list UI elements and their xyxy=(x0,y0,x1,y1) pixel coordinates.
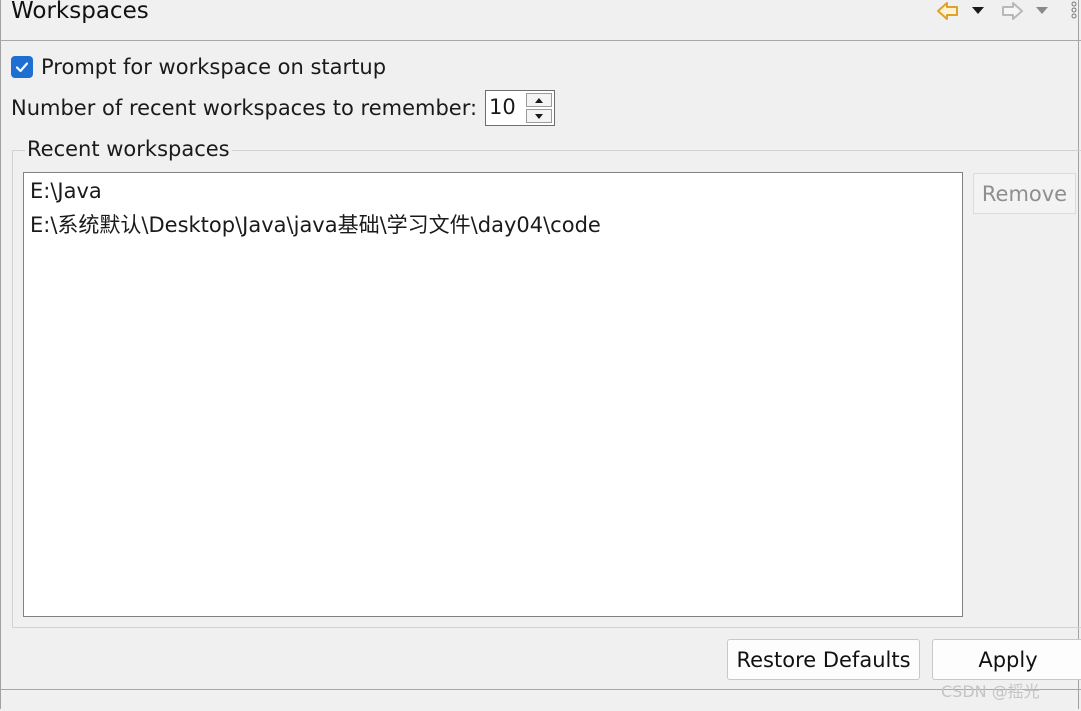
recent-workspaces-list[interactable]: E:\Java E:\系统默认\Desktop\Java\java基础\学习文件… xyxy=(23,172,963,617)
spinner-down-button[interactable] xyxy=(526,109,553,123)
dropdown-icon[interactable] xyxy=(1034,0,1050,22)
recent-workspaces-label: Recent workspaces xyxy=(25,137,232,161)
recent-count-spinner[interactable]: 10 xyxy=(485,90,556,126)
header-divider xyxy=(0,40,1081,41)
remove-button[interactable]: Remove xyxy=(973,173,1076,214)
arrow-up-icon xyxy=(535,97,544,103)
recent-count-label: Number of recent workspaces to remember: xyxy=(11,96,478,120)
footer-divider xyxy=(0,689,1081,690)
checkmark-icon xyxy=(15,62,29,73)
spinner-up-button[interactable] xyxy=(526,93,553,107)
prompt-startup-option[interactable]: Prompt for workspace on startup xyxy=(11,54,386,80)
dropdown-icon[interactable] xyxy=(970,0,986,22)
restore-defaults-button[interactable]: Restore Defaults xyxy=(727,639,920,680)
list-item[interactable]: E:\系统默认\Desktop\Java\java基础\学习文件\day04\c… xyxy=(30,209,601,239)
prompt-startup-checkbox[interactable] xyxy=(11,56,33,78)
forward-arrow-icon[interactable] xyxy=(1000,0,1024,22)
apply-button[interactable]: Apply xyxy=(932,639,1081,680)
recent-count-input[interactable]: 10 xyxy=(489,95,516,119)
list-item[interactable]: E:\Java xyxy=(30,179,102,203)
back-arrow-icon[interactable] xyxy=(936,0,960,22)
arrow-down-icon xyxy=(535,113,544,119)
view-menu-icon[interactable] xyxy=(1068,0,1080,22)
prompt-startup-label[interactable]: Prompt for workspace on startup xyxy=(41,55,386,79)
page-title: Workspaces xyxy=(11,0,149,24)
watermark: CSDN @摇光 xyxy=(941,682,1040,701)
recent-count-row: Number of recent workspaces to remember:… xyxy=(11,90,556,126)
